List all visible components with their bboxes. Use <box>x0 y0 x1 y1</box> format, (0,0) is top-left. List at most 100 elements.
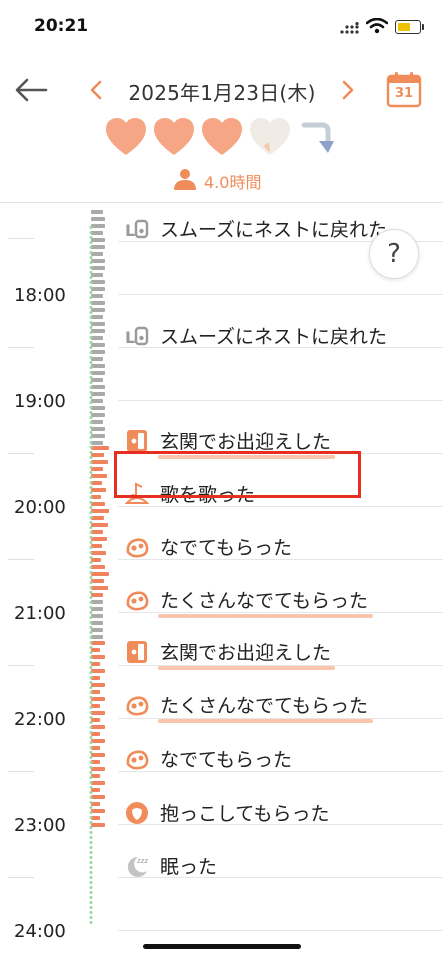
activity-bar <box>91 551 106 555</box>
wifi-icon <box>366 18 388 34</box>
status-bar: 20:21 <box>0 0 443 52</box>
activity-bar <box>91 523 108 527</box>
current-date: 2025年1月23日(木) <box>128 81 316 105</box>
battery-icon <box>395 20 424 34</box>
activity-bar <box>91 739 105 743</box>
event-underline <box>158 719 373 723</box>
activity-bar <box>91 474 107 478</box>
hour-label: 19:00 <box>14 391 66 412</box>
activity-bar <box>91 308 105 312</box>
svg-text:zzz: zzz <box>137 857 148 865</box>
activity-timeline[interactable]: 18:00 19:00 20:00 21:00 22:00 23:00 24:00 L スムー… <box>0 203 443 943</box>
status-time: 20:21 <box>34 16 89 36</box>
activity-bar <box>91 434 105 438</box>
activity-bar <box>91 392 105 396</box>
calendar-day-number: 31 <box>394 86 414 101</box>
heart-full-icon <box>202 118 242 155</box>
help-button[interactable]: ? <box>369 229 419 279</box>
hour-label: 22:00 <box>14 709 66 730</box>
activity-bar <box>91 655 105 659</box>
hour-label: 20:00 <box>14 497 66 518</box>
heart-full-icon <box>154 118 194 155</box>
activity-bar <box>91 572 109 576</box>
activity-bar <box>91 823 105 827</box>
activity-bar <box>91 280 105 284</box>
activity-bar <box>91 697 105 701</box>
sleep-moon-icon: zzz <box>124 853 150 879</box>
half-hour-tick <box>8 665 34 666</box>
activity-bar <box>91 217 105 221</box>
svg-text:L: L <box>125 328 135 347</box>
cellular-signal-icon <box>340 22 359 34</box>
activity-bar <box>91 350 105 354</box>
hour-label: 18:00 <box>14 285 66 306</box>
activity-bar <box>91 509 109 513</box>
activity-dot-column <box>89 225 93 925</box>
event-label: 玄関でお出迎えした <box>160 431 332 453</box>
row-divider <box>118 294 443 295</box>
activity-bar <box>91 364 105 368</box>
nest-icon: L <box>124 323 150 349</box>
event-underline <box>158 614 373 618</box>
activity-bar <box>91 210 103 214</box>
activity-bar <box>91 809 105 813</box>
activity-bar <box>91 266 105 270</box>
activity-bar <box>91 224 105 228</box>
pet-hand-icon <box>124 746 150 772</box>
half-hour-tick <box>8 771 34 772</box>
back-arrow-icon[interactable] <box>14 76 48 104</box>
activity-bar <box>91 371 105 375</box>
pet-hand-icon <box>124 534 150 560</box>
activity-bar <box>91 488 106 492</box>
activity-bar <box>91 669 105 673</box>
half-hour-tick <box>8 347 34 348</box>
half-hour-tick <box>8 877 34 878</box>
calendar-button[interactable]: 31 <box>386 70 422 108</box>
activity-bar <box>91 683 105 687</box>
half-hour-tick <box>8 453 34 454</box>
activity-bar <box>91 238 105 242</box>
event-label: なでてもらった <box>160 749 293 771</box>
heart-full-icon <box>106 118 146 155</box>
event-underline <box>158 666 335 670</box>
activity-bar <box>91 460 108 464</box>
activity-bar <box>91 753 105 757</box>
activity-bar <box>91 586 108 590</box>
activity-bar <box>91 322 105 326</box>
activity-bar <box>91 427 105 431</box>
event-label: スムーズにネストに戻れた <box>160 326 388 348</box>
row-divider <box>118 930 443 931</box>
activity-bar <box>91 446 109 450</box>
person-icon <box>174 169 196 190</box>
nest-icon: L <box>124 216 150 242</box>
event-label: なでてもらった <box>160 537 293 559</box>
activity-bar <box>91 725 105 729</box>
next-day-chevron-icon[interactable] <box>338 78 358 102</box>
hour-label: 23:00 <box>14 815 66 836</box>
activity-bar <box>91 329 105 333</box>
pet-hand-icon <box>124 692 150 718</box>
event-label: 玄関でお出迎えした <box>160 642 332 664</box>
activity-bar <box>91 406 105 410</box>
sleep-duration-text: 4.0時間 <box>204 173 262 192</box>
previous-day-chevron-icon[interactable] <box>86 78 106 102</box>
activity-bar <box>91 565 105 569</box>
svg-text:L: L <box>125 221 135 240</box>
activity-bar <box>91 259 105 263</box>
activity-bar <box>91 343 105 347</box>
activity-bar <box>91 385 105 389</box>
activity-bar <box>91 287 105 291</box>
activity-bar <box>91 301 105 305</box>
event-label: 眠った <box>160 856 218 878</box>
hour-label: 24:00 <box>14 921 66 942</box>
hug-icon <box>124 800 150 826</box>
selected-event-highlight <box>114 451 361 498</box>
hour-label: 21:00 <box>14 603 66 624</box>
activity-bar <box>91 795 105 799</box>
row-divider <box>118 400 443 401</box>
event-label: たくさんなでてもらった <box>160 590 369 612</box>
activity-bar <box>91 711 105 715</box>
activity-bar <box>91 502 105 506</box>
activity-bar <box>91 641 105 645</box>
activity-bar <box>91 537 107 541</box>
